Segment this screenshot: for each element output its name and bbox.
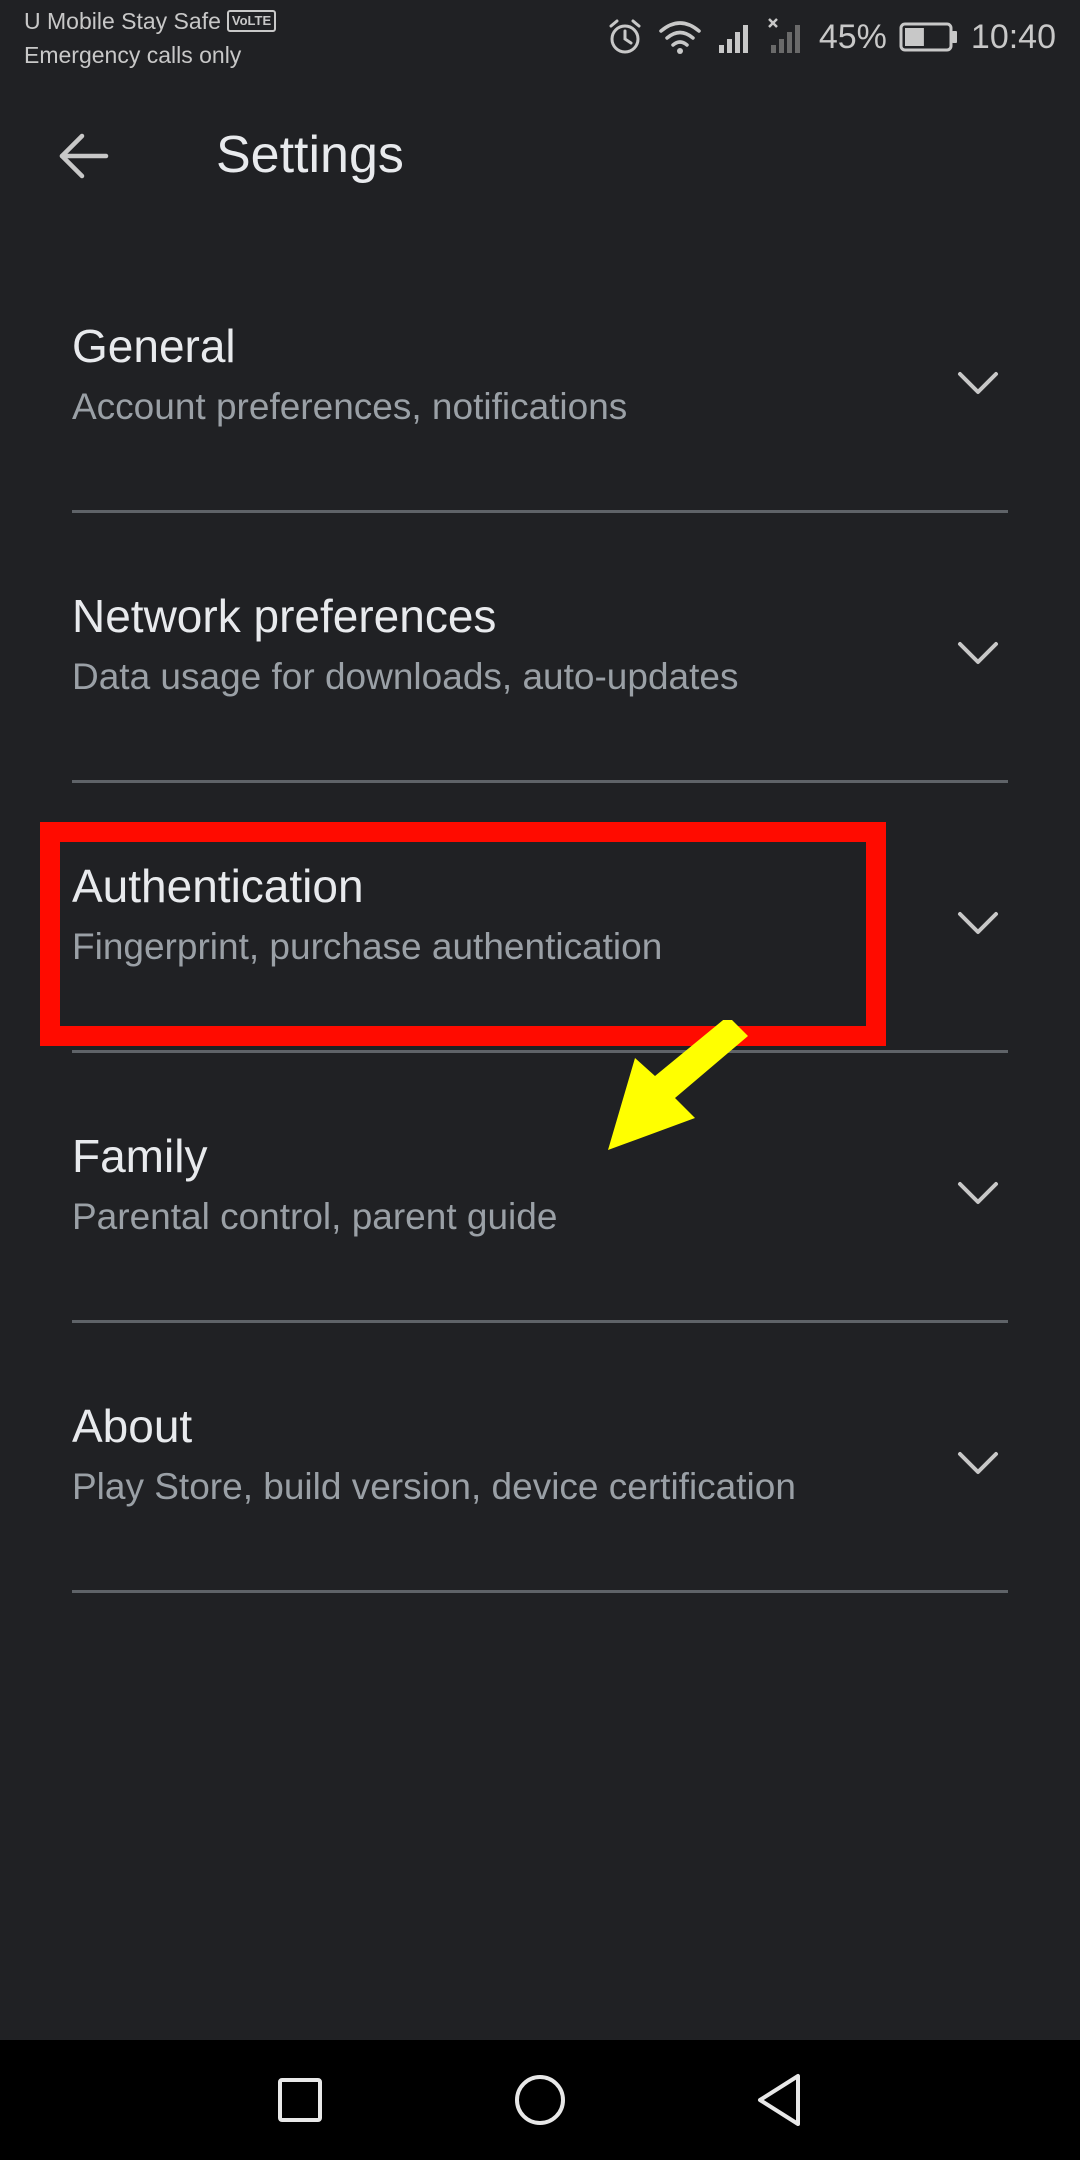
settings-item-subtitle: Data usage for downloads, auto-updates [72, 656, 739, 697]
divider [72, 1590, 1008, 1593]
settings-item-about[interactable]: About Play Store, build version, device … [0, 1350, 1080, 1620]
chevron-down-icon[interactable] [952, 1168, 1004, 1220]
navigation-bar [0, 2040, 1080, 2160]
recent-apps-button[interactable] [260, 2060, 340, 2140]
volte-badge: VoLTE [226, 10, 277, 32]
settings-item-general[interactable]: General Account preferences, notificatio… [0, 270, 1080, 540]
status-bar: U Mobile Stay Safe VoLTE Emergency calls … [0, 0, 1080, 84]
divider [72, 780, 1008, 783]
no-signal-icon [767, 17, 807, 57]
battery-icon [899, 20, 959, 54]
divider [72, 1050, 1008, 1053]
settings-item-network-preferences[interactable]: Network preferences Data usage for downl… [0, 540, 1080, 810]
arrow-back-icon [59, 133, 109, 179]
chevron-down-icon[interactable] [952, 628, 1004, 680]
battery-percent: 45% [818, 18, 887, 56]
settings-item-subtitle: Play Store, build version, device certif… [72, 1466, 796, 1507]
alarm-icon [605, 17, 645, 57]
recent-apps-icon [278, 2078, 322, 2122]
carrier-name: U Mobile Stay Safe [24, 8, 221, 34]
settings-item-subtitle: Account preferences, notifications [72, 386, 628, 427]
back-triangle-icon [758, 2074, 800, 2126]
signal-icon [715, 17, 755, 57]
page-title: Settings [216, 126, 404, 184]
settings-item-title: Network preferences [72, 590, 497, 642]
home-icon [515, 2075, 565, 2125]
settings-item-title: General [72, 320, 236, 372]
settings-item-title: Family [72, 1130, 208, 1182]
wifi-icon [657, 17, 703, 57]
nav-back-button[interactable] [740, 2060, 820, 2140]
divider [72, 1320, 1008, 1323]
network-status: Emergency calls only [24, 42, 242, 68]
back-button[interactable] [44, 116, 124, 196]
status-icons: 45% 10:40 [605, 12, 1056, 62]
clock: 10:40 [970, 18, 1056, 56]
highlight-box [40, 822, 886, 1046]
divider [72, 510, 1008, 513]
settings-item-subtitle: Parental control, parent guide [72, 1196, 558, 1237]
chevron-down-icon[interactable] [952, 898, 1004, 950]
settings-item-title: About [72, 1400, 193, 1452]
chevron-down-icon[interactable] [952, 1438, 1004, 1490]
chevron-down-icon[interactable] [952, 358, 1004, 410]
home-button[interactable] [500, 2060, 580, 2140]
settings-item-family[interactable]: Family Parental control, parent guide [0, 1080, 1080, 1350]
arrow-annotation-icon [608, 1020, 748, 1150]
carrier-label: U Mobile Stay Safe VoLTE [24, 6, 277, 36]
